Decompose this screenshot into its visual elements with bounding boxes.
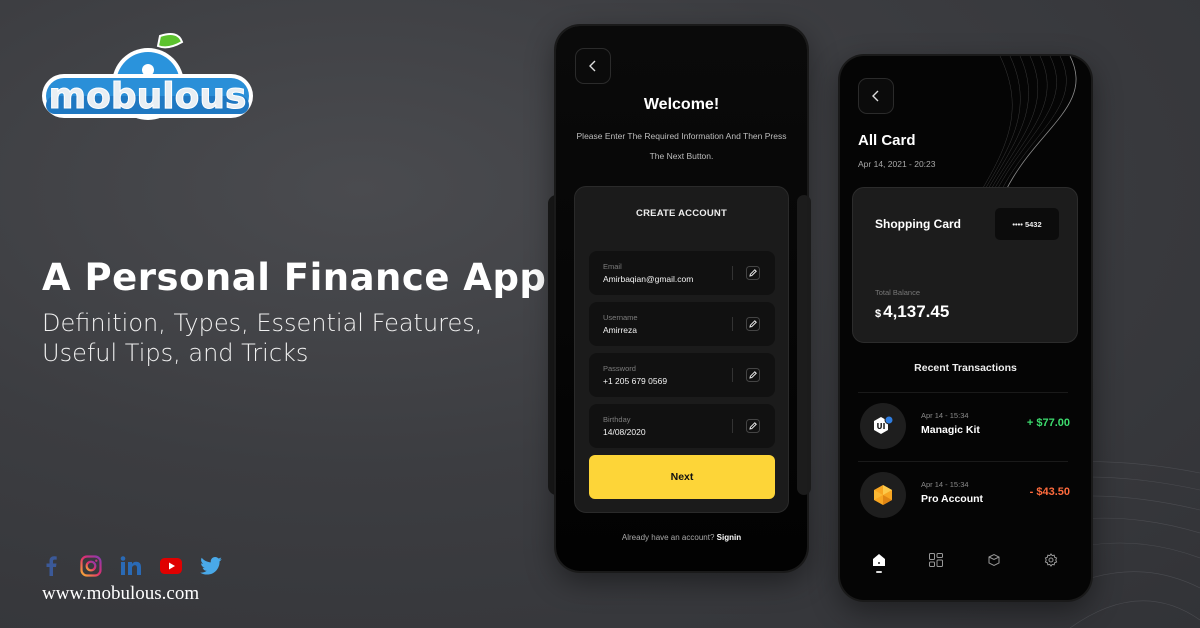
create-account-card: CREATE ACCOUNT Email Amirbaqian@gmail.co… — [574, 186, 789, 513]
shopping-card[interactable]: Shopping Card •••• 5432 Total Balance $4… — [852, 187, 1078, 343]
email-value: Amirbaqian@gmail.com — [603, 274, 694, 284]
field-divider — [732, 266, 733, 280]
card-stub-right — [797, 195, 811, 495]
sketch-gem-icon — [860, 472, 906, 518]
subheadline: Definition, Types, Essential Features, U… — [42, 309, 483, 367]
home-icon — [873, 554, 885, 566]
active-indicator — [876, 571, 882, 573]
currency-symbol: $ — [875, 308, 882, 320]
welcome-title: Welcome! — [643, 96, 720, 113]
recent-transactions-title: Recent Transactions — [914, 362, 1017, 374]
cards-phone: All Card Apr 14, 2021 - 20:23 Shopping C… — [840, 56, 1091, 600]
birthday-label: Birthday — [603, 415, 631, 424]
username-label: Username — [603, 313, 638, 322]
facebook-icon[interactable] — [40, 555, 62, 577]
headline: A Personal Finance App — [42, 256, 547, 299]
chevron-left-icon — [589, 60, 596, 72]
transaction-amount: - $43.50 — [1029, 486, 1070, 498]
username-field[interactable]: Username Amirreza — [589, 302, 775, 346]
balance-value: $4,137.45 — [875, 302, 949, 322]
transaction-divider — [858, 392, 1068, 393]
mobulous-logo[interactable]: mobulous — [40, 32, 255, 132]
logo-text: mobulous — [49, 76, 247, 117]
nav-home[interactable] — [860, 553, 898, 583]
balance-amount: 4,137.45 — [883, 302, 950, 321]
twitter-icon[interactable] — [200, 555, 222, 577]
signup-phone: Welcome! Please Enter The Required Infor… — [556, 26, 807, 571]
card-number: •••• 5432 — [995, 208, 1059, 240]
svg-text:UI: UI — [877, 422, 886, 431]
transaction-time: Apr 14 - 15:34 — [921, 480, 969, 489]
signin-prompt: Already have an account? Signin — [556, 533, 807, 542]
birthday-field[interactable]: Birthday 14/08/2020 — [589, 404, 775, 448]
linkedin-icon[interactable] — [120, 555, 142, 577]
signin-link[interactable]: Signin — [717, 533, 741, 542]
bottom-nav — [860, 553, 1070, 583]
password-label: Password — [603, 364, 636, 373]
transaction-name: Pro Account — [921, 493, 984, 505]
email-field[interactable]: Email Amirbaqian@gmail.com — [589, 251, 775, 295]
next-button[interactable]: Next — [589, 455, 775, 499]
website-link[interactable]: www.mobulous.com — [42, 583, 199, 605]
instagram-icon[interactable] — [80, 555, 102, 577]
transaction-amount: + $77.00 — [1026, 417, 1070, 429]
welcome-description: Please Enter The Required Information An… — [576, 131, 787, 161]
transaction-divider — [858, 461, 1068, 462]
transaction-row[interactable]: Apr 14 - 15:34 Pro Account - $43.50 — [860, 472, 1070, 520]
create-account-title: CREATE ACCOUNT — [636, 208, 727, 219]
settings-icon — [1044, 553, 1058, 567]
all-card-date: Apr 14, 2021 - 20:23 — [858, 159, 936, 169]
youtube-icon[interactable] — [160, 555, 182, 577]
edit-icon[interactable] — [745, 367, 761, 383]
grid-icon — [929, 553, 944, 567]
all-card-title: All Card — [858, 132, 916, 149]
password-value: +1 205 679 0569 — [603, 376, 668, 386]
nav-settings[interactable] — [1032, 553, 1070, 583]
balance-label: Total Balance — [875, 288, 921, 297]
password-field[interactable]: Password +1 205 679 0569 — [589, 353, 775, 397]
ui-kit-icon: UI — [860, 403, 906, 449]
email-label: Email — [603, 262, 622, 271]
edit-icon[interactable] — [745, 316, 761, 332]
field-divider — [732, 317, 733, 331]
nav-box[interactable] — [975, 553, 1013, 583]
edit-icon[interactable] — [745, 265, 761, 281]
box-icon — [988, 553, 1000, 567]
field-divider — [732, 368, 733, 382]
field-divider — [732, 419, 733, 433]
back-button[interactable] — [575, 48, 611, 84]
username-value: Amirreza — [603, 325, 638, 335]
chevron-left-icon — [872, 90, 879, 102]
nav-grid[interactable] — [917, 553, 955, 583]
social-links — [40, 555, 222, 577]
back-button[interactable] — [858, 78, 894, 114]
signin-prompt-text: Already have an account? — [621, 533, 715, 542]
birthday-value: 14/08/2020 — [603, 427, 646, 437]
card-name: Shopping Card — [875, 217, 961, 231]
transaction-time: Apr 14 - 15:34 — [921, 411, 969, 420]
edit-icon[interactable] — [745, 418, 761, 434]
transaction-row[interactable]: UI Apr 14 - 15:34 Managic Kit + $77.00 — [860, 403, 1070, 451]
transaction-name: Managic Kit — [921, 424, 980, 436]
